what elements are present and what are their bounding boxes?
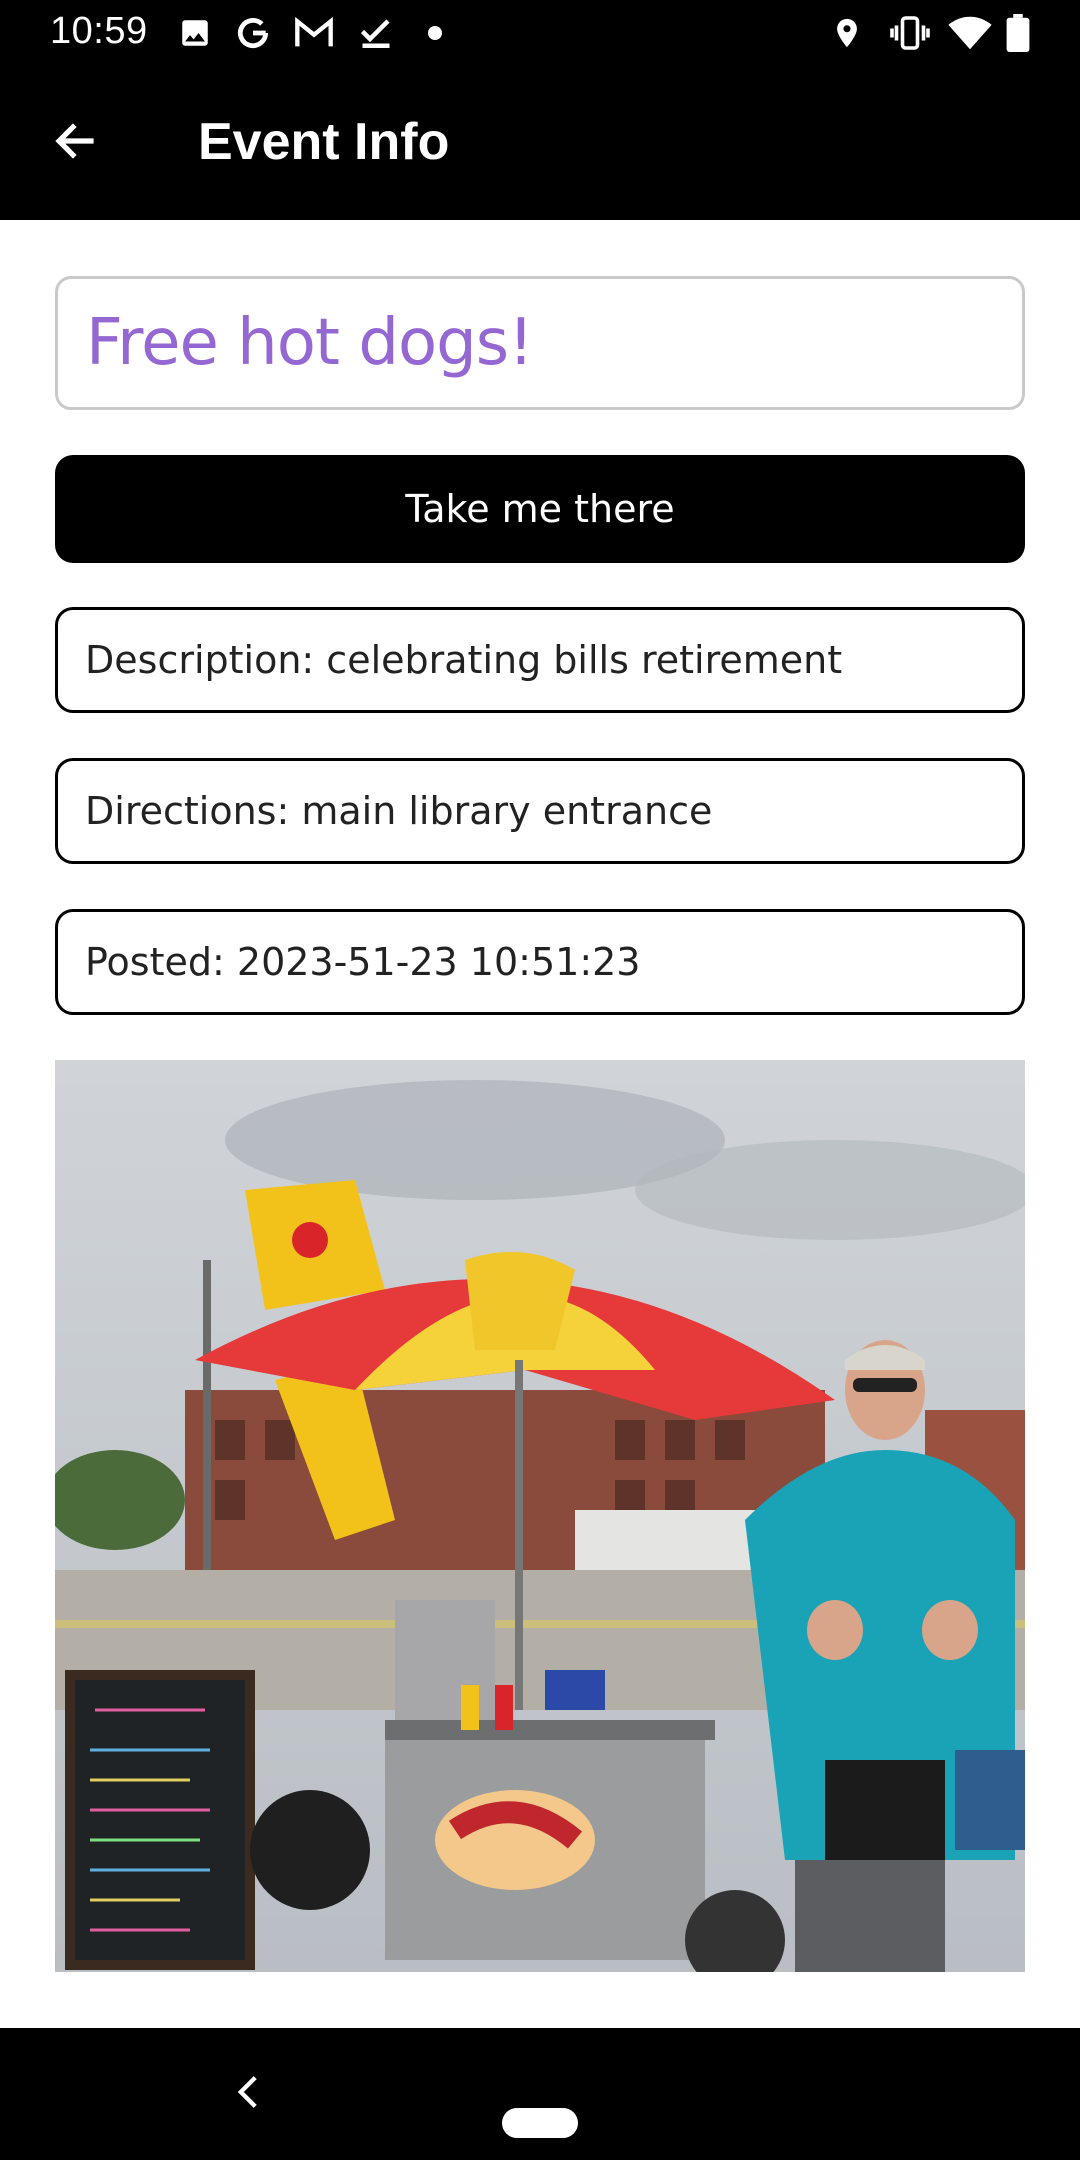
status-bar: 10:59 xyxy=(0,0,1080,66)
event-photo xyxy=(55,1060,1025,1972)
wifi-icon xyxy=(948,14,992,52)
app-bar: Event Info xyxy=(0,66,1080,220)
posted-field: Posted: 2023-51-23 10:51:23 xyxy=(55,909,1025,1015)
dot-icon xyxy=(428,14,442,52)
event-title-box: Free hot dogs! xyxy=(55,276,1025,410)
event-title: Free hot dogs! xyxy=(86,306,534,380)
nav-back-button[interactable] xyxy=(218,2064,278,2124)
directions-field: Directions: main library entrance xyxy=(55,758,1025,864)
chevron-left-icon xyxy=(233,2074,263,2115)
page-title: Event Info xyxy=(198,113,450,171)
navigation-bar xyxy=(0,2028,1080,2160)
location-icon xyxy=(830,14,864,52)
battery-icon xyxy=(1006,14,1030,52)
arrow-left-icon xyxy=(51,117,99,170)
image-icon xyxy=(178,14,212,52)
back-button[interactable] xyxy=(40,108,110,178)
description-field: Description: celebrating bills retiremen… xyxy=(55,607,1025,713)
vibrate-icon xyxy=(888,14,932,52)
gmail-icon xyxy=(294,14,334,52)
google-icon xyxy=(234,14,272,52)
take-me-there-button[interactable]: Take me there xyxy=(55,455,1025,563)
checkmark-icon xyxy=(358,14,394,52)
home-pill-icon[interactable] xyxy=(502,2108,578,2138)
status-time: 10:59 xyxy=(50,10,148,52)
